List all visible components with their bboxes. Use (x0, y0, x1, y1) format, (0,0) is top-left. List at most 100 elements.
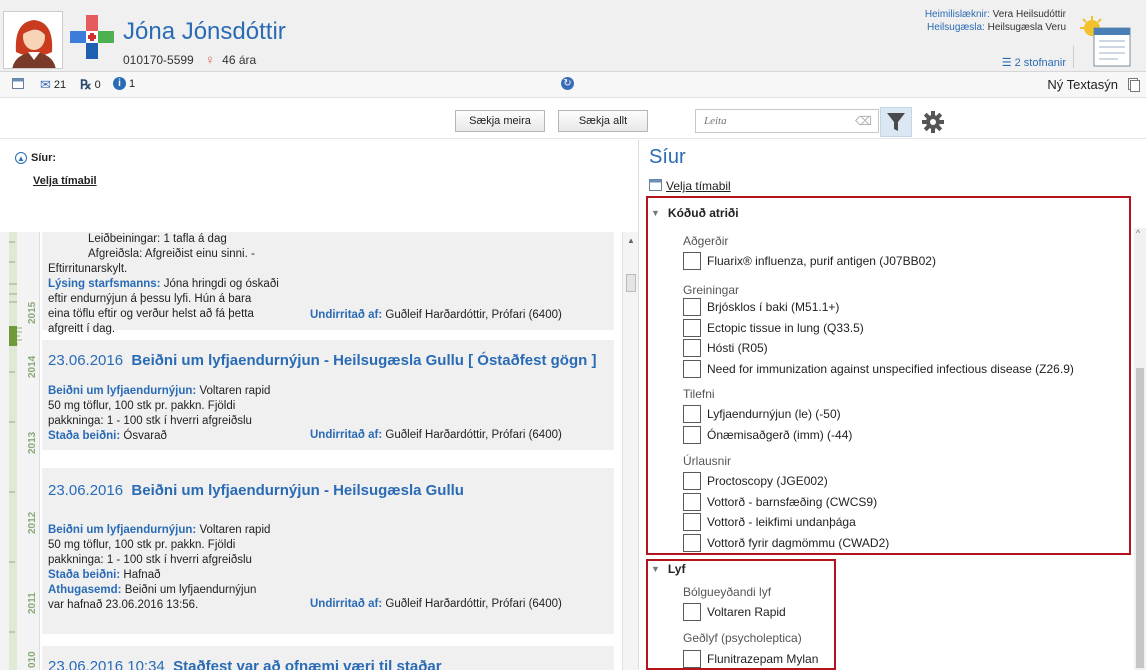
filter-item-label: Hósti (R05) (707, 341, 768, 355)
checkbox[interactable] (683, 534, 701, 552)
calendar-small-icon[interactable] (12, 77, 24, 89)
journal-record[interactable]: 23.06.2016 Beiðni um lyfjaendurnýjun - H… (42, 468, 614, 634)
filters-scrollbar[interactable]: ^ (1134, 228, 1146, 670)
timeline-year: 010 (27, 651, 38, 668)
ny-textasyn-link[interactable]: Ný Textasýn (1047, 77, 1118, 92)
stofnanir-label: 2 stofnanir (1014, 56, 1066, 69)
checkbox[interactable] (683, 319, 701, 337)
record-line: Voltaren rapid (199, 385, 271, 397)
record-signature: Undirritað af: Guðleif Harðardóttir, Pró… (310, 598, 562, 610)
filter-item[interactable]: Flunitrazepam Mylan (683, 650, 818, 668)
filter-button[interactable] (880, 107, 912, 137)
document-icon[interactable] (1128, 78, 1140, 92)
sync-icon[interactable]: ↻ (561, 77, 574, 90)
checkbox[interactable] (683, 360, 701, 378)
filter-item[interactable]: Voltaren Rapid (683, 603, 786, 621)
filter-item[interactable]: Vottorð fyrir dagmömmu (CWAD2) (683, 534, 889, 552)
record-key: Staða beiðni: (48, 430, 121, 442)
patient-meta: 010170-5599 ♀ 46 ára (123, 52, 256, 67)
filter-item-label: Proctoscopy (JGE002) (707, 474, 828, 488)
record-line: Leiðbeiningar: 1 tafla á dag (88, 233, 227, 245)
coded-items-header[interactable]: ▼ Kóðuð atriði (651, 206, 739, 220)
timeline-year: 2013 (27, 431, 38, 454)
checkbox[interactable] (683, 513, 701, 531)
record-title[interactable]: 23.06.2016 Beiðni um lyfjaendurnýjun - H… (48, 352, 596, 369)
info-icon: i (113, 77, 126, 90)
scroll-up-icon[interactable]: ▲ (627, 236, 635, 245)
filter-item[interactable]: Lyfjaendurnýjun (le) (-50) (683, 405, 841, 423)
journal-record[interactable]: 23.06.2016 Beiðni um lyfjaendurnýjun - H… (42, 340, 614, 450)
filter-item[interactable]: Vottorð - barnsfæðing (CWCS9) (683, 493, 877, 511)
scroll-thumb[interactable] (1136, 368, 1144, 668)
funnel-icon (887, 113, 905, 131)
checkbox[interactable] (683, 405, 701, 423)
scroll-up-icon[interactable]: ^ (1136, 228, 1140, 238)
filters-pane: Síur Velja tímabil ^ ▼ Kóðuð atriði Aðge… (638, 140, 1146, 670)
filter-item[interactable]: Need for immunization against unspecifie… (683, 360, 1074, 378)
filter-item-label: Vottorð - barnsfæðing (CWCS9) (707, 495, 878, 509)
filter-item-label: Lyfjaendurnýjun (le) (-50) (707, 407, 841, 421)
stofnanir-link[interactable]: ☰ 2 stofnanir (1002, 56, 1066, 70)
signed-by: Guðleif Harðardóttir, Prófari (6400) (385, 309, 562, 321)
checkbox[interactable] (683, 339, 701, 357)
record-line: 50 mg töflur, 100 stk pr. pakkn. Fjöldi (48, 539, 236, 551)
checkbox[interactable] (683, 650, 701, 668)
checkbox[interactable] (683, 603, 701, 621)
info-indicator[interactable]: i 1 (113, 77, 135, 90)
record-title[interactable]: 23.06.2016 10:34 Staðfest var að ofnæmi … (48, 658, 442, 670)
filter-item[interactable]: Proctoscopy (JGE002) (683, 472, 828, 490)
doctor-info: Heimilislæknir: Vera Heilsudóttir Heilsu… (925, 8, 1066, 34)
filter-item-label: Fluarix® influenza, purif antigen (J07BB… (707, 254, 936, 268)
filter-item[interactable]: Vottorð - leikfimi undanþága (683, 513, 856, 531)
settings-button[interactable] (918, 107, 948, 137)
section-label: Bólgueyðandi lyf (683, 585, 772, 599)
journal-scrollbar[interactable]: ▲ (622, 232, 638, 670)
timeline-year: 2012 (27, 511, 38, 534)
record-title[interactable]: 23.06.2016 Beiðni um lyfjaendurnýjun - H… (48, 482, 464, 499)
saekja-allt-button[interactable]: Sækja allt (558, 110, 648, 132)
record-line: Hafnað (123, 569, 161, 581)
record-body: Beiðni um lyfjaendurnýjun: Voltaren rapi… (48, 384, 298, 444)
filter-item-label: Vottorð - leikfimi undanþága (707, 515, 856, 529)
saekja-meira-button[interactable]: Sækja meira (455, 110, 545, 132)
prescriptions-count: 0 (94, 79, 101, 91)
record-key: Athugasemd: (48, 584, 122, 596)
journal-pane: ▲ Síur: Velja tímabil 2015 2014 2013 201… (0, 140, 638, 670)
record-key: Beiðni um lyfjaendurnýjun: (48, 385, 197, 397)
checkbox[interactable] (683, 252, 701, 270)
journal-record[interactable]: 23.06.2016 10:34 Staðfest var að ofnæmi … (42, 646, 614, 670)
filter-item[interactable]: Hósti (R05) (683, 339, 768, 357)
record-key: Beiðni um lyfjaendurnýjun: (48, 524, 197, 536)
record-signature: Undirritað af: Guðleif Harðardóttir, Pró… (310, 429, 562, 441)
clear-search-icon[interactable]: ⌫ (855, 114, 872, 128)
prescriptions-indicator[interactable]: ℞ 0 (80, 77, 101, 93)
choose-period-link[interactable]: Velja tímabil (649, 178, 731, 194)
filter-item[interactable]: Fluarix® influenza, purif antigen (J07BB… (683, 252, 936, 270)
scroll-thumb[interactable] (626, 274, 636, 292)
timeline-year: 2015 (27, 301, 38, 324)
checkbox[interactable] (683, 472, 701, 490)
filter-item[interactable]: Brjósklos í baki (M51.1+) (683, 298, 839, 316)
filters-toggle[interactable]: ▲ Síur: (15, 152, 56, 164)
calendar-icon[interactable] (1078, 16, 1134, 68)
checkbox[interactable] (683, 493, 701, 511)
checkbox[interactable] (683, 298, 701, 316)
action-bar: Sækja meira Sækja allt ⌫ (0, 99, 1146, 139)
record-title-text: Beiðni um lyfjaendurnýjun - Heilsugæsla … (131, 352, 597, 369)
search-input[interactable] (704, 110, 854, 132)
filter-item-label: Ónæmisaðgerð (imm) (-44) (707, 428, 853, 442)
filter-item[interactable]: Ónæmisaðgerð (imm) (-44) (683, 426, 852, 444)
filter-item[interactable]: Ectopic tissue in lung (Q33.5) (683, 319, 864, 337)
record-line: eina töflu eftir og verður helst að fá þ… (48, 308, 254, 320)
patient-avatar[interactable] (3, 11, 63, 69)
messages-indicator[interactable]: ✉ 21 (40, 77, 66, 93)
record-line: Jóna hringdi og óskaði (163, 278, 279, 290)
collapse-arrow-icon: ▲ (15, 152, 27, 164)
choose-period-link[interactable]: Velja tímabil (33, 175, 97, 187)
filter-item-label: Vottorð fyrir dagmömmu (CWAD2) (707, 536, 890, 550)
medications-header[interactable]: ▼ Lyf (651, 562, 685, 576)
checkbox[interactable] (683, 426, 701, 444)
timeline-bar[interactable]: 2015 2014 2013 2012 2011 010 (0, 232, 40, 670)
doctor-label: Heimilislæknir: (924, 9, 990, 20)
journal-record[interactable]: Leiðbeiningar: 1 tafla á dag Afgreiðsla:… (42, 232, 614, 335)
